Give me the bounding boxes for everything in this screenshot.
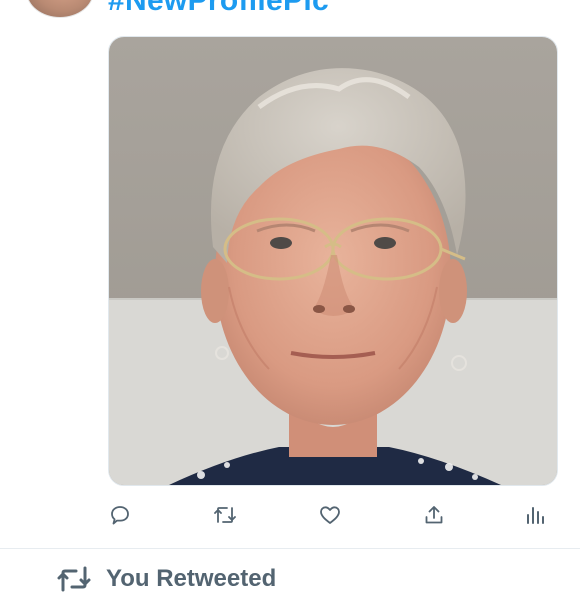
reply-button[interactable] [103, 498, 137, 532]
share-icon [425, 506, 443, 524]
tweet-actions-bar [0, 498, 580, 534]
hashtag-link[interactable]: #NewProfilePic [108, 0, 329, 17]
tweet-photo[interactable] [108, 36, 558, 486]
tweet-divider [0, 548, 580, 549]
retweet-button[interactable] [208, 498, 242, 532]
analytics-icon [527, 507, 544, 524]
retweet-icon [214, 507, 236, 523]
like-button[interactable] [313, 498, 347, 532]
avatar[interactable] [26, 0, 94, 18]
analytics-button[interactable] [518, 498, 552, 532]
portrait-image [109, 37, 557, 485]
reply-icon [111, 506, 129, 525]
retweet-icon [57, 566, 91, 592]
heart-icon [320, 506, 340, 524]
retweet-context-label: You Retweeted [106, 565, 277, 592]
retweet-context: You Retweeted [56, 565, 277, 592]
share-button[interactable] [417, 498, 451, 532]
